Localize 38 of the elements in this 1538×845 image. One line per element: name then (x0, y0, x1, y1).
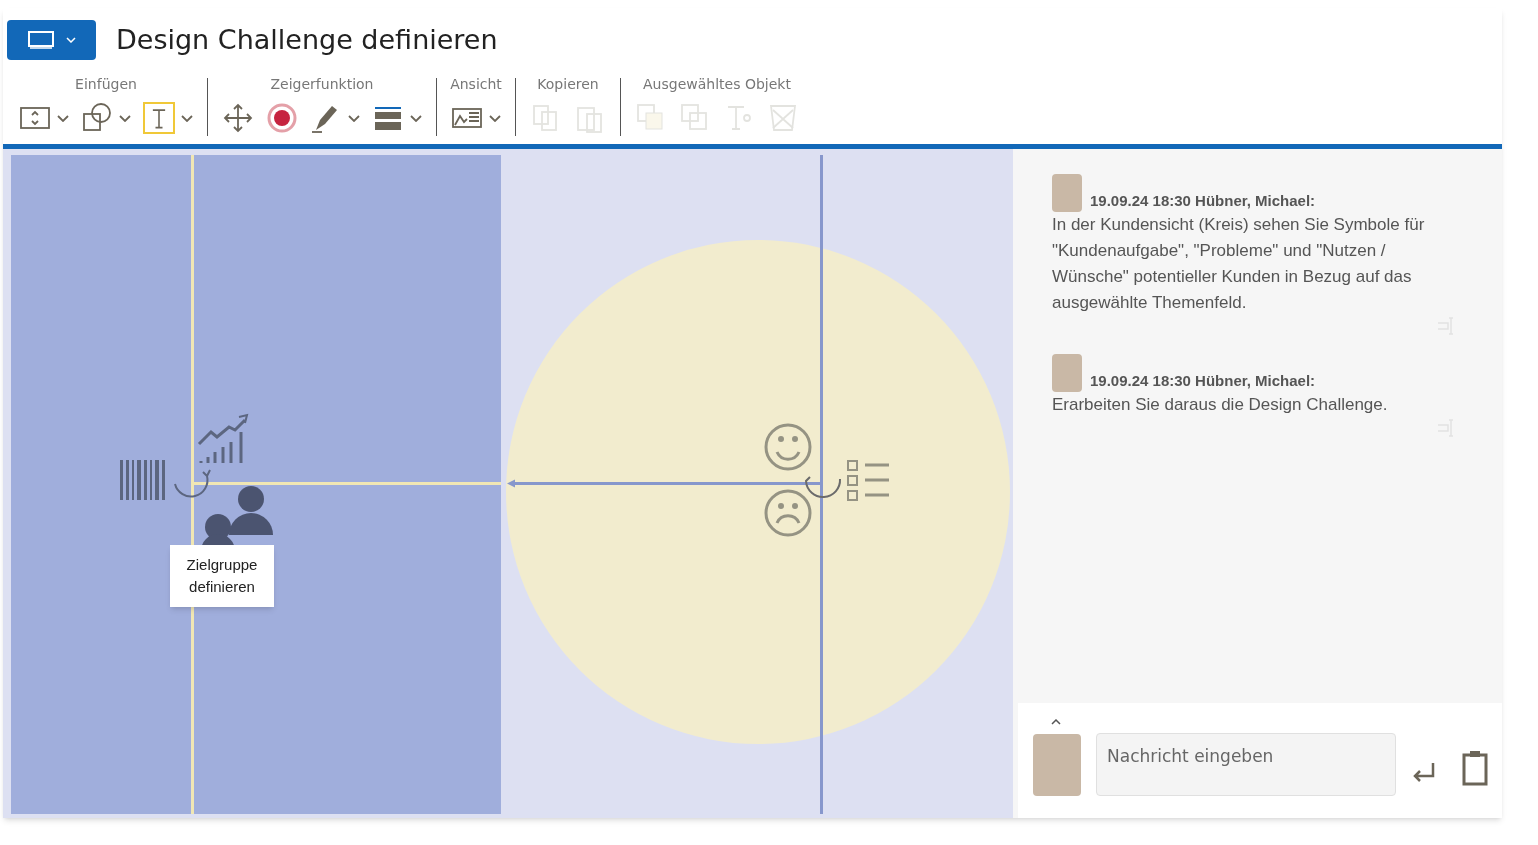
sad-face-icon (764, 489, 812, 537)
checklist-icon (847, 460, 889, 501)
tooltip: Zielgruppe definieren (170, 545, 274, 607)
text-icon (143, 102, 175, 134)
growth-chart-icon (197, 413, 249, 463)
tool-button[interactable] (141, 100, 195, 136)
happy-face-icon (764, 423, 812, 471)
caret-icon (65, 37, 76, 43)
caret-icon (119, 114, 131, 122)
message-input-field[interactable]: Nachricht eingeben (1096, 733, 1396, 796)
comment-meta: 19.09.24 18:30 Hübner, Michael: (1090, 190, 1316, 211)
rotate-arrow-icon (174, 469, 211, 498)
monitor-icon (27, 31, 54, 49)
comment-text: In der Kundensicht (Kreis) sehen Sie Symbole für "Kundenaufgabe", "Probleme" und "Nutzen / Wünsche" potentieller Kunden in Bezug auf das ausgewählte Themenfeld. (1052, 214, 1426, 314)
move-icon (222, 102, 254, 134)
comment-text: Erarbeiten Sie daraus die Design Challenge. (1052, 394, 1389, 416)
group-label: Ausgewähltes Objekt (643, 75, 791, 94)
group-label: Kopieren (537, 75, 599, 94)
avatar (1052, 174, 1082, 212)
avatar (1033, 734, 1081, 796)
caret-icon (181, 114, 193, 122)
comment-meta: 19.09.24 18:30 Hübner, Michael: (1090, 370, 1316, 391)
caret-icon (57, 114, 69, 122)
collapse-caret-icon[interactable] (1051, 719, 1061, 725)
barcode-icon (120, 460, 165, 500)
view-menu-button[interactable] (7, 20, 96, 60)
group-label: Einfügen (75, 75, 137, 94)
shapes-icon (81, 102, 113, 134)
clipboard-icon[interactable] (1462, 750, 1488, 786)
group-label: Ansicht (450, 75, 502, 94)
caret-icon (410, 114, 422, 122)
avatar (1052, 354, 1082, 392)
caret-icon (348, 114, 360, 122)
target-icon (266, 102, 298, 134)
caret-icon (489, 114, 501, 122)
trash-icon (767, 102, 799, 134)
page-title: Design Challenge definieren (116, 22, 498, 57)
group-label: Zeigerfunktion (270, 75, 374, 94)
